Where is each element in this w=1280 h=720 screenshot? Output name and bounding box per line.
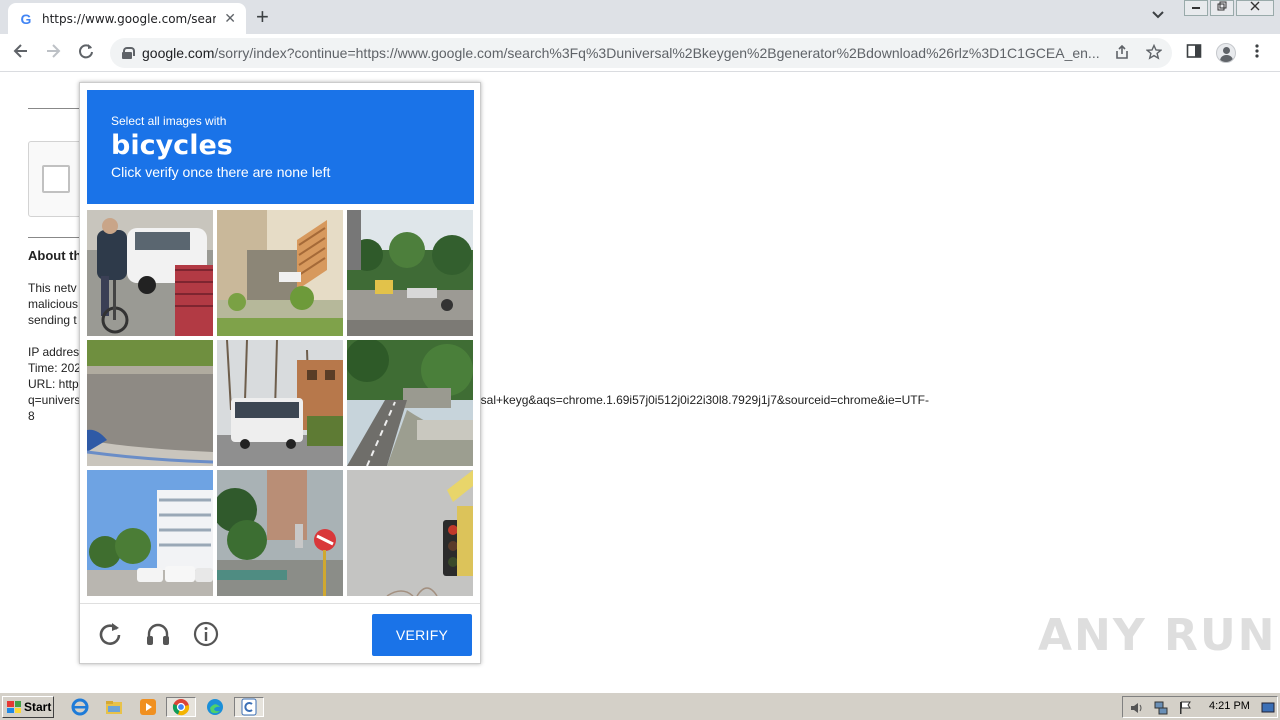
audio-challenge-headphones-icon[interactable] (144, 620, 172, 648)
action-center-flag-icon[interactable] (1177, 700, 1193, 720)
url-line: URL: http (28, 377, 79, 391)
address-bar[interactable]: google.com/sorry/index?continue=https://… (110, 38, 1172, 68)
show-desktop-icon[interactable] (1261, 701, 1275, 720)
captcha-tile-building-with-stairs[interactable] (217, 210, 343, 336)
recaptcha-checkbox[interactable] (42, 165, 70, 193)
close-window-button[interactable] (1236, 0, 1274, 16)
share-icon[interactable] (1114, 44, 1130, 64)
google-favicon-icon: G (20, 10, 32, 27)
app-c-taskbar-icon[interactable] (234, 697, 264, 717)
url-domain: google.com (142, 45, 215, 61)
captcha-instructions: Select all images with bicycles Click ve… (87, 90, 474, 204)
browser-toolbar: google.com/sorry/index?continue=https://… (0, 34, 1280, 72)
chrome-taskbar-icon[interactable] (166, 697, 196, 717)
lock-icon[interactable] (122, 47, 135, 59)
back-arrow-icon[interactable] (10, 42, 32, 64)
info-paragraph-line: malicious (28, 297, 79, 311)
start-button[interactable]: Start (2, 696, 54, 718)
captcha-tile-white-bus-on-street[interactable] (217, 340, 343, 466)
kebab-menu-icon[interactable] (1254, 43, 1260, 63)
tab-close-icon[interactable]: ✕ (224, 10, 236, 27)
tab-search-chevron-icon[interactable] (1152, 6, 1164, 22)
tab-strip: G https://www.google.com/search?q= ✕ + (0, 0, 1280, 34)
captcha-tile-street-with-parked-cars[interactable] (87, 470, 213, 596)
anyrun-watermark: ANY RUN (1038, 610, 1277, 661)
start-label: Start (24, 700, 52, 714)
captcha-instruction-text: Select all images with (111, 114, 227, 128)
reload-challenge-icon[interactable] (96, 620, 124, 648)
tab-title: https://www.google.com/search?q= (42, 11, 216, 26)
reload-icon[interactable] (75, 42, 97, 64)
info-paragraph-line: This netv (28, 281, 77, 295)
volume-icon[interactable] (1129, 700, 1145, 720)
time-line: Time: 202 (28, 361, 81, 375)
bookmark-star-icon[interactable] (1145, 43, 1163, 64)
captcha-tile-traffic-light[interactable] (347, 470, 473, 596)
info-paragraph-line: sending t (28, 313, 77, 327)
captcha-tile-winding-road-with-bridge[interactable] (347, 340, 473, 466)
windows-logo-icon (7, 701, 21, 713)
url-line-end: 8 (28, 409, 35, 423)
verify-button[interactable]: VERIFY (372, 614, 472, 656)
clock[interactable]: 4:21 PM (1209, 700, 1250, 712)
minimize-button[interactable] (1184, 0, 1208, 16)
captcha-tile-asphalt-road-and-car[interactable] (87, 340, 213, 466)
captcha-tile-park-with-signs[interactable] (347, 210, 473, 336)
ip-address-line: IP addres (28, 345, 80, 359)
taskbar: Start 4:21 PM (0, 692, 1280, 720)
captcha-tile-cyclist-and-white-car[interactable] (87, 210, 213, 336)
media-player-icon[interactable] (136, 697, 160, 717)
browser-tab[interactable]: G https://www.google.com/search?q= ✕ (8, 3, 246, 34)
captcha-target-word: bicycles (111, 130, 233, 161)
captcha-hint-text: Click verify once there are none left (111, 164, 331, 180)
new-tab-button[interactable]: + (256, 5, 269, 29)
url-line-continued-right: ersal+keyg&aqs=chrome.1.69i57j0i512j0i22… (470, 393, 929, 407)
side-panel-icon[interactable] (1186, 43, 1202, 63)
file-explorer-icon[interactable] (102, 697, 126, 717)
internet-explorer-icon[interactable] (68, 697, 92, 717)
window-controls (1182, 0, 1274, 16)
about-heading: About th (28, 248, 82, 263)
system-tray: 4:21 PM (1122, 696, 1278, 718)
edge-icon[interactable] (203, 697, 227, 717)
captcha-tile-street-with-no-entry-sign[interactable] (217, 470, 343, 596)
network-icon[interactable] (1153, 700, 1169, 720)
captcha-challenge-dialog: Select all images with bicycles Click ve… (79, 82, 481, 664)
profile-avatar-icon[interactable] (1216, 43, 1236, 63)
url-text: google.com/sorry/index?continue=https://… (142, 45, 1104, 61)
captcha-footer: VERIFY (80, 603, 480, 663)
restore-button[interactable] (1210, 0, 1234, 16)
info-icon[interactable] (192, 620, 220, 648)
url-line-continued: q=univers (28, 393, 81, 407)
forward-arrow-icon[interactable] (42, 42, 64, 64)
captcha-image-grid (87, 210, 474, 597)
url-path: /sorry/index?continue=https://www.google… (214, 45, 1100, 61)
